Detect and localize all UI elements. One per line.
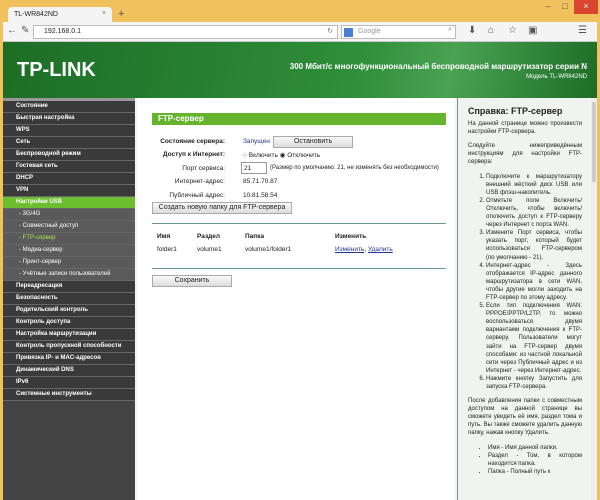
menu-icon[interactable]: ☰ (578, 25, 587, 36)
sidebar-item[interactable]: Быстрая настройка (3, 113, 135, 125)
edit-link[interactable]: Изменить (335, 246, 364, 253)
back-icon[interactable]: ← (7, 25, 17, 36)
router-header: TP-LINK 300 Мбит/с многофункциональный б… (3, 42, 597, 98)
col-header-volume: Раздел (197, 233, 221, 240)
sidebar-item[interactable]: - Медиа-сервер (3, 245, 135, 257)
help-step: Если тип подключения WAN: PPPOE/PPTP/L2T… (486, 302, 582, 375)
sidebar-item[interactable]: IPv6 (3, 377, 135, 389)
model-name: Модель TL-WR842ND (526, 74, 587, 80)
home-icon[interactable]: ⌂ (488, 25, 494, 36)
sidebar-item[interactable]: DHCP (3, 173, 135, 185)
search-input[interactable]: Google ⌕ (341, 25, 456, 39)
help-bullet: Имя - Имя данной папки. (488, 444, 582, 452)
url-text: 192.168.0.1 (44, 28, 81, 35)
public-address: 10.81.58.54 (243, 192, 278, 199)
close-window-icon[interactable]: × (574, 0, 598, 14)
disable-radio[interactable]: ◉ (280, 152, 286, 159)
row-folder: volume1/folder1 (245, 246, 292, 253)
help-after: После добавления папки с совместным дост… (468, 398, 582, 437)
new-tab-icon[interactable]: + (118, 8, 124, 20)
download-icon[interactable]: ⬇ (468, 25, 476, 36)
help-title: Справка: FTP-сервер (468, 106, 563, 116)
address-bar[interactable]: 192.168.0.1 ↻ (33, 25, 338, 39)
sidebar-item[interactable]: WPS (3, 125, 135, 137)
sidebar-item[interactable]: Системные инструменты (3, 389, 135, 401)
sidebar-item[interactable]: Привязка IP- и MAC-адресов (3, 353, 135, 365)
tp-link-logo: TP-LINK (17, 59, 96, 81)
sidebar-item[interactable]: Беспроводной режим (3, 149, 135, 161)
sidebar-item[interactable]: Безопасность (3, 293, 135, 305)
col-header-folder: Папка (245, 233, 265, 240)
help-step: Интернет-адрес - Здесь отображается IP-а… (486, 262, 582, 302)
enable-radio[interactable]: ○ (243, 152, 247, 159)
help-step: Подключите к маршрутизатору внешний жёст… (486, 173, 582, 197)
delete-link[interactable]: Удалить (368, 246, 393, 253)
port-label: Порт сервиса: (182, 165, 225, 172)
sidebar-item[interactable]: Настройка маршрутизации (3, 329, 135, 341)
help-step: Нажмите кнопку Запустить для запуска FTP… (486, 375, 582, 391)
help-follow: Следуйте нижеприведённым инструкциям для… (468, 143, 582, 166)
close-tab-icon[interactable]: × (102, 10, 106, 17)
sidebar-item[interactable]: Настройки USB (3, 197, 135, 209)
sidebar-item[interactable]: - FTP-сервер (3, 233, 135, 245)
sidebar-item[interactable]: Контроль пропускной способности (3, 341, 135, 353)
sidebar-item[interactable]: Гостевая сеть (3, 161, 135, 173)
sidebar-item[interactable]: - Учётные записи пользователей (3, 269, 135, 281)
maximize-icon[interactable]: □ (557, 0, 573, 14)
row-name: folder1 (157, 246, 177, 253)
internet-address-label: Интернет-адрес: (174, 178, 225, 185)
header-title: 300 Мбит/с многофункциональный беспровод… (289, 62, 587, 71)
sidebar-item[interactable]: Сеть (3, 137, 135, 149)
server-status: Запущен (243, 138, 270, 145)
key-icon: ✎ (21, 25, 30, 36)
sidebar-item[interactable]: Контроль доступа (3, 317, 135, 329)
stop-button[interactable]: Остановить (273, 136, 353, 148)
sidebar-item[interactable]: - Совместный доступ (3, 221, 135, 233)
disable-label: Отключить (287, 152, 321, 159)
sidebar-item[interactable]: VPN (3, 185, 135, 197)
sidebar-item[interactable]: Состояние (3, 101, 135, 113)
public-address-label: Публичный адрес: (169, 192, 225, 199)
help-step: Измените Порт сервиса, чтобы указать пор… (486, 229, 582, 261)
port-hint: (Размер по умолчанию: 21, не изменять бе… (270, 165, 439, 171)
search-icon[interactable]: ⌕ (448, 26, 452, 34)
help-panel: Справка: FTP-сервер На данной странице м… (457, 98, 590, 500)
help-bullet: Папка - Полный путь к (488, 468, 582, 476)
tab-title: TL-WR842ND (14, 11, 58, 18)
reload-icon[interactable]: ↻ (327, 27, 333, 35)
sidebar-item[interactable]: Родительский контроль (3, 305, 135, 317)
sidebar-item[interactable]: - Принт-сервер (3, 257, 135, 269)
scrollbar-thumb[interactable] (592, 102, 596, 182)
bookmark-icon[interactable]: ☆ (508, 25, 517, 36)
help-bullet: Раздел - Том, в котором находится папка. (488, 452, 582, 468)
scrollbar[interactable] (591, 98, 597, 500)
minimize-icon[interactable]: – (540, 0, 556, 14)
browser-tab[interactable]: TL-WR842ND × (8, 7, 112, 23)
google-icon (344, 28, 353, 37)
internet-address: 85.71.70.87 (243, 178, 278, 185)
enable-label: Включить (248, 152, 278, 159)
help-intro: На данной странице можно произвести наст… (468, 121, 582, 136)
col-header-edit: Изменить (335, 233, 367, 240)
port-input[interactable]: 21 (241, 162, 267, 174)
section-title: FTP-сервер (152, 113, 446, 125)
sidebar-item[interactable]: - 3G/4G (3, 209, 135, 221)
sidebar: Состояние Быстрая настройка WPS Сеть Беспров… (3, 98, 135, 500)
sidebar-item[interactable]: Динамический DNS (3, 365, 135, 377)
internet-access-label: Доступ к Интернет: (162, 151, 225, 158)
help-step: Отметьте поле Включить/Отключить, чтобы … (486, 197, 582, 229)
clipboard-icon[interactable]: ▣ (528, 25, 537, 36)
save-button[interactable]: Сохранить (152, 275, 232, 287)
col-header-name: Имя (157, 233, 171, 240)
sidebar-item[interactable]: Переадресация (3, 281, 135, 293)
navigation-bar: ← ✎ 192.168.0.1 ↻ Google ⌕ ⬇ ⌂ ☆ ▣ ☰ (3, 22, 597, 42)
create-folder-button[interactable]: Создать новую папку для FTP-сервера (152, 202, 292, 214)
row-volume: volume1 (197, 246, 222, 253)
main-panel: FTP-сервер Состояние сервера: Запущен Ос… (137, 98, 455, 500)
search-placeholder: Google (358, 28, 381, 35)
server-status-label: Состояние сервера: (160, 138, 225, 145)
